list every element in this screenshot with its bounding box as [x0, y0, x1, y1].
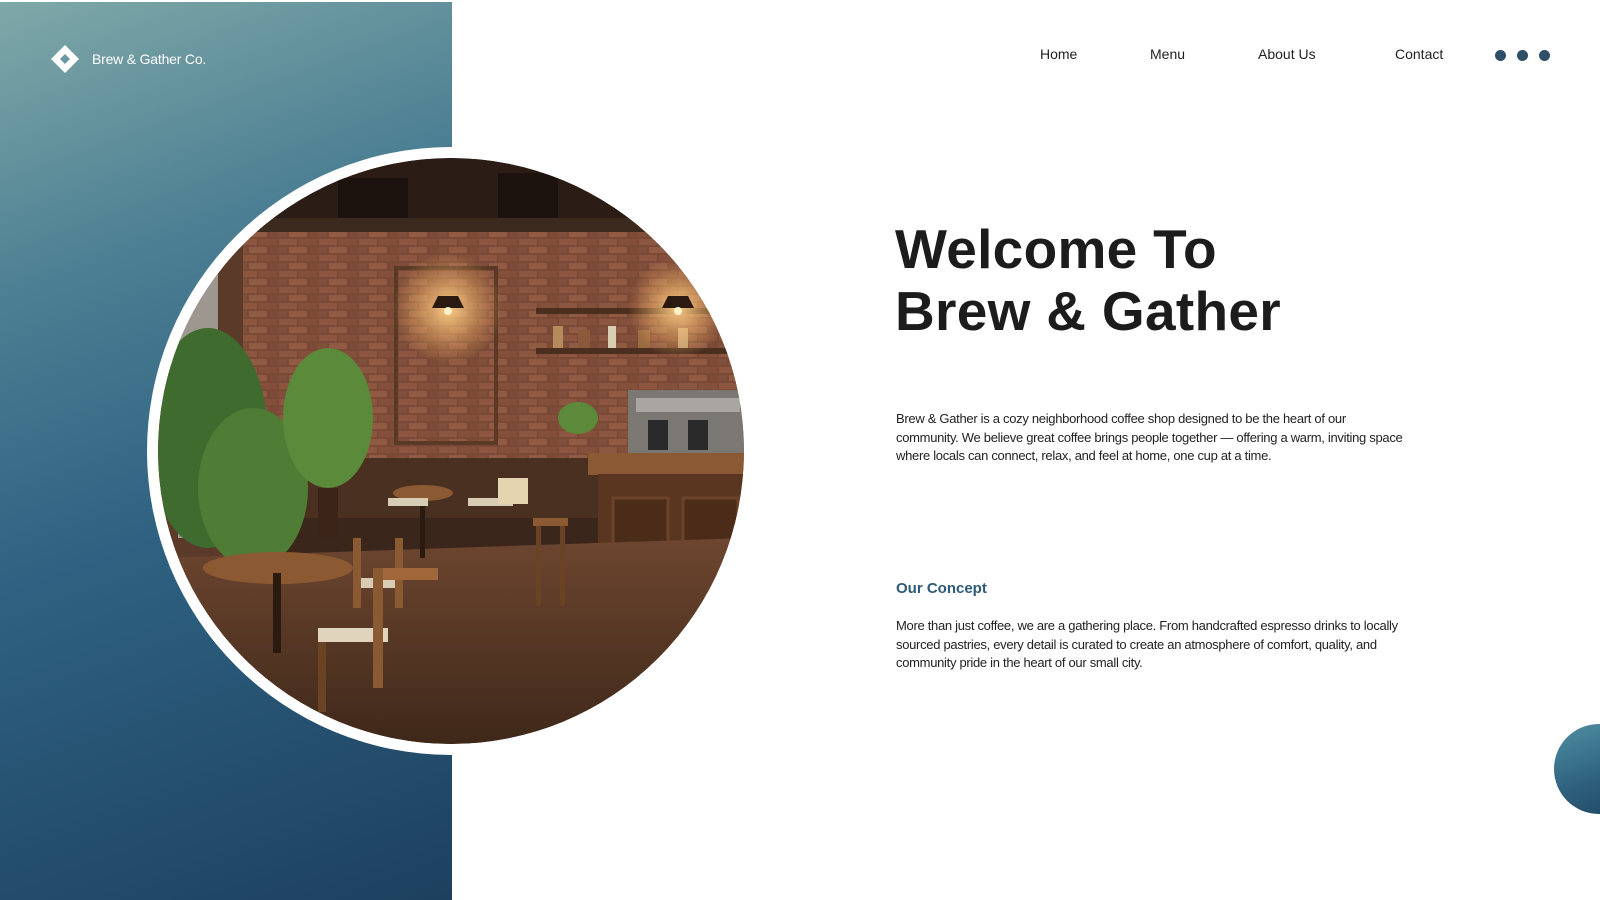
concept-heading: Our Concept	[896, 580, 987, 597]
nav-home-link[interactable]: Home	[1040, 46, 1077, 62]
hero-title-line-2: Brew & Gather	[895, 280, 1281, 342]
hero-cafe-image	[147, 147, 755, 755]
nav-about-link[interactable]: About Us	[1258, 46, 1316, 62]
brand-name: Brew & Gather Co.	[92, 51, 207, 67]
hero-title: Welcome To Brew & Gather	[895, 218, 1281, 342]
intro-paragraph: Brew & Gather is a cozy neighborhood cof…	[896, 411, 1403, 463]
nav-contact-link[interactable]: Contact	[1395, 46, 1443, 62]
dot	[1517, 50, 1528, 61]
main-nav: Home Menu About Us Contact	[1000, 46, 1560, 68]
diamond-logo-icon	[50, 44, 80, 74]
hero-title-line-1: Welcome To	[895, 218, 1217, 280]
concept-paragraph: More than just coffee, we are a gatherin…	[896, 618, 1398, 670]
brand-link[interactable]: Brew & Gather Co.	[50, 44, 206, 74]
dot	[1495, 50, 1506, 61]
decorative-corner-circle	[1554, 724, 1600, 814]
page: Brew & Gather Co. Home Menu About Us Con…	[0, 0, 1600, 900]
more-dots-icon[interactable]	[1495, 50, 1550, 61]
nav-menu-link[interactable]: Menu	[1150, 46, 1185, 62]
dot	[1539, 50, 1550, 61]
